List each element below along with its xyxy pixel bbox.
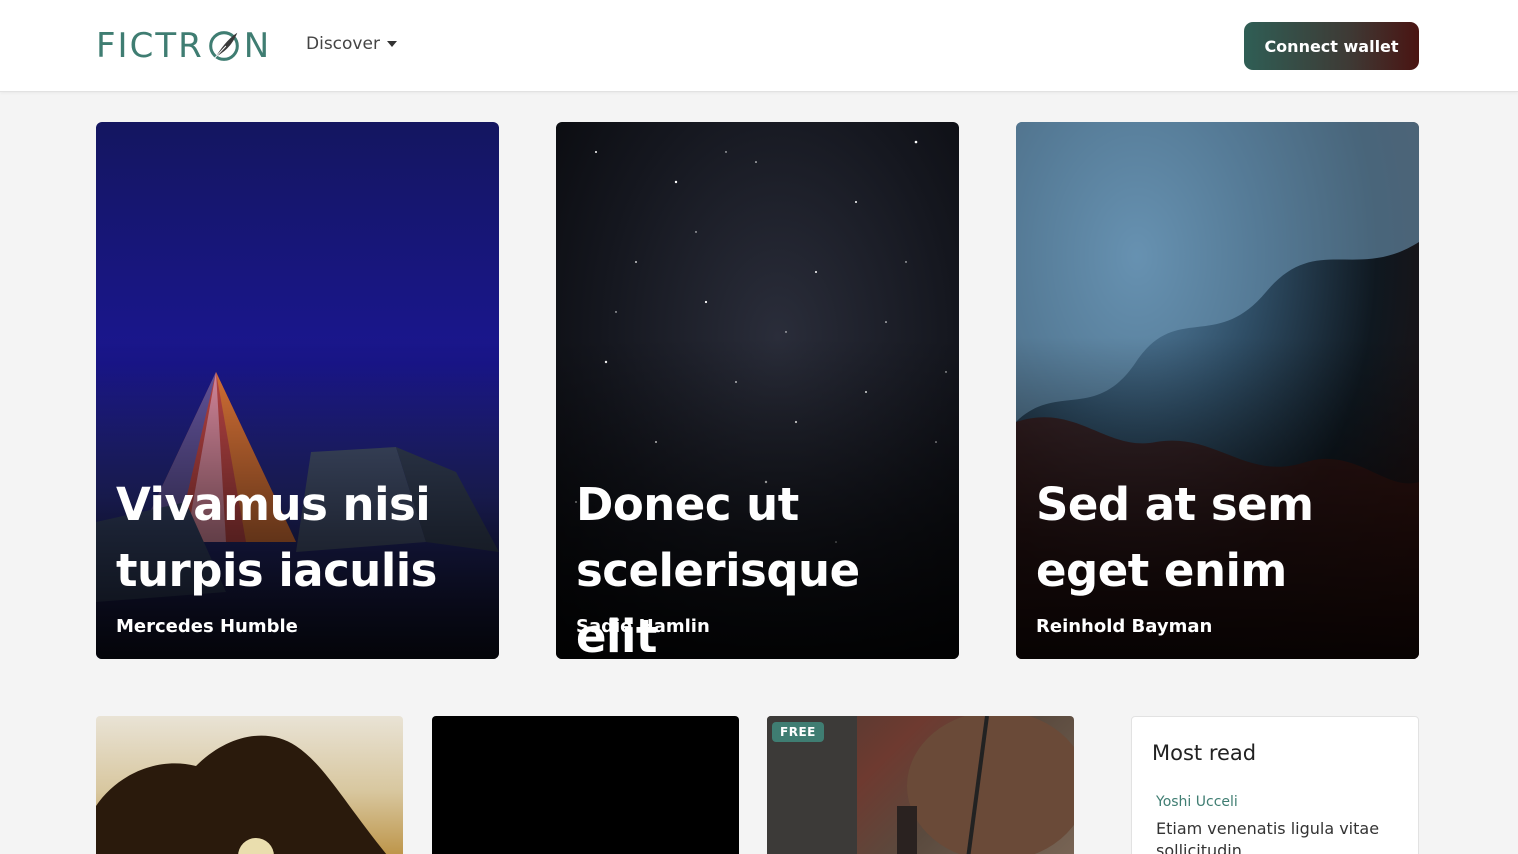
free-badge: FREE <box>772 722 824 742</box>
caret-down-icon <box>386 41 397 47</box>
featured-story-card[interactable]: Vivamus nisi turpis iaculis Mercedes Hum… <box>96 122 499 659</box>
story-thumbnail[interactable] <box>432 716 739 854</box>
story-thumbnail[interactable] <box>96 716 403 854</box>
story-author[interactable]: Sadie Hamlin <box>576 616 710 637</box>
connect-wallet-button[interactable]: Connect wallet <box>1244 22 1419 70</box>
story-author[interactable]: Reinhold Bayman <box>1036 616 1212 637</box>
most-read-panel: Most read Yoshi Ucceli Etiam venenatis l… <box>1131 716 1419 854</box>
fictron-logo[interactable]: FICTR N <box>96 25 271 67</box>
logo-text-right: N <box>243 26 272 66</box>
top-navbar: FICTR N Discover Connect wallet <box>0 0 1518 92</box>
silhouette-artwork <box>96 735 387 854</box>
most-read-heading: Most read <box>1152 741 1257 765</box>
story-author[interactable]: Mercedes Humble <box>116 616 298 637</box>
story-title[interactable]: Sed at sem eget enim <box>1036 472 1403 604</box>
featured-story-card[interactable]: Sed at sem eget enim Reinhold Bayman <box>1016 122 1419 659</box>
featured-story-card[interactable]: Donec ut scelerisque elit Sadie Hamlin <box>556 122 959 659</box>
discover-dropdown[interactable]: Discover <box>306 34 397 54</box>
discover-label: Discover <box>306 34 380 54</box>
most-read-author[interactable]: Yoshi Ucceli <box>1156 794 1238 810</box>
most-read-story-title[interactable]: Etiam venenatis ligula vitae sollicitudi… <box>1156 818 1406 854</box>
story-thumbnail[interactable]: FREE <box>767 716 1074 854</box>
feather-o-icon <box>208 31 239 61</box>
logo-text-left: FICTR <box>96 26 204 66</box>
story-title[interactable]: Vivamus nisi turpis iaculis <box>116 472 483 604</box>
